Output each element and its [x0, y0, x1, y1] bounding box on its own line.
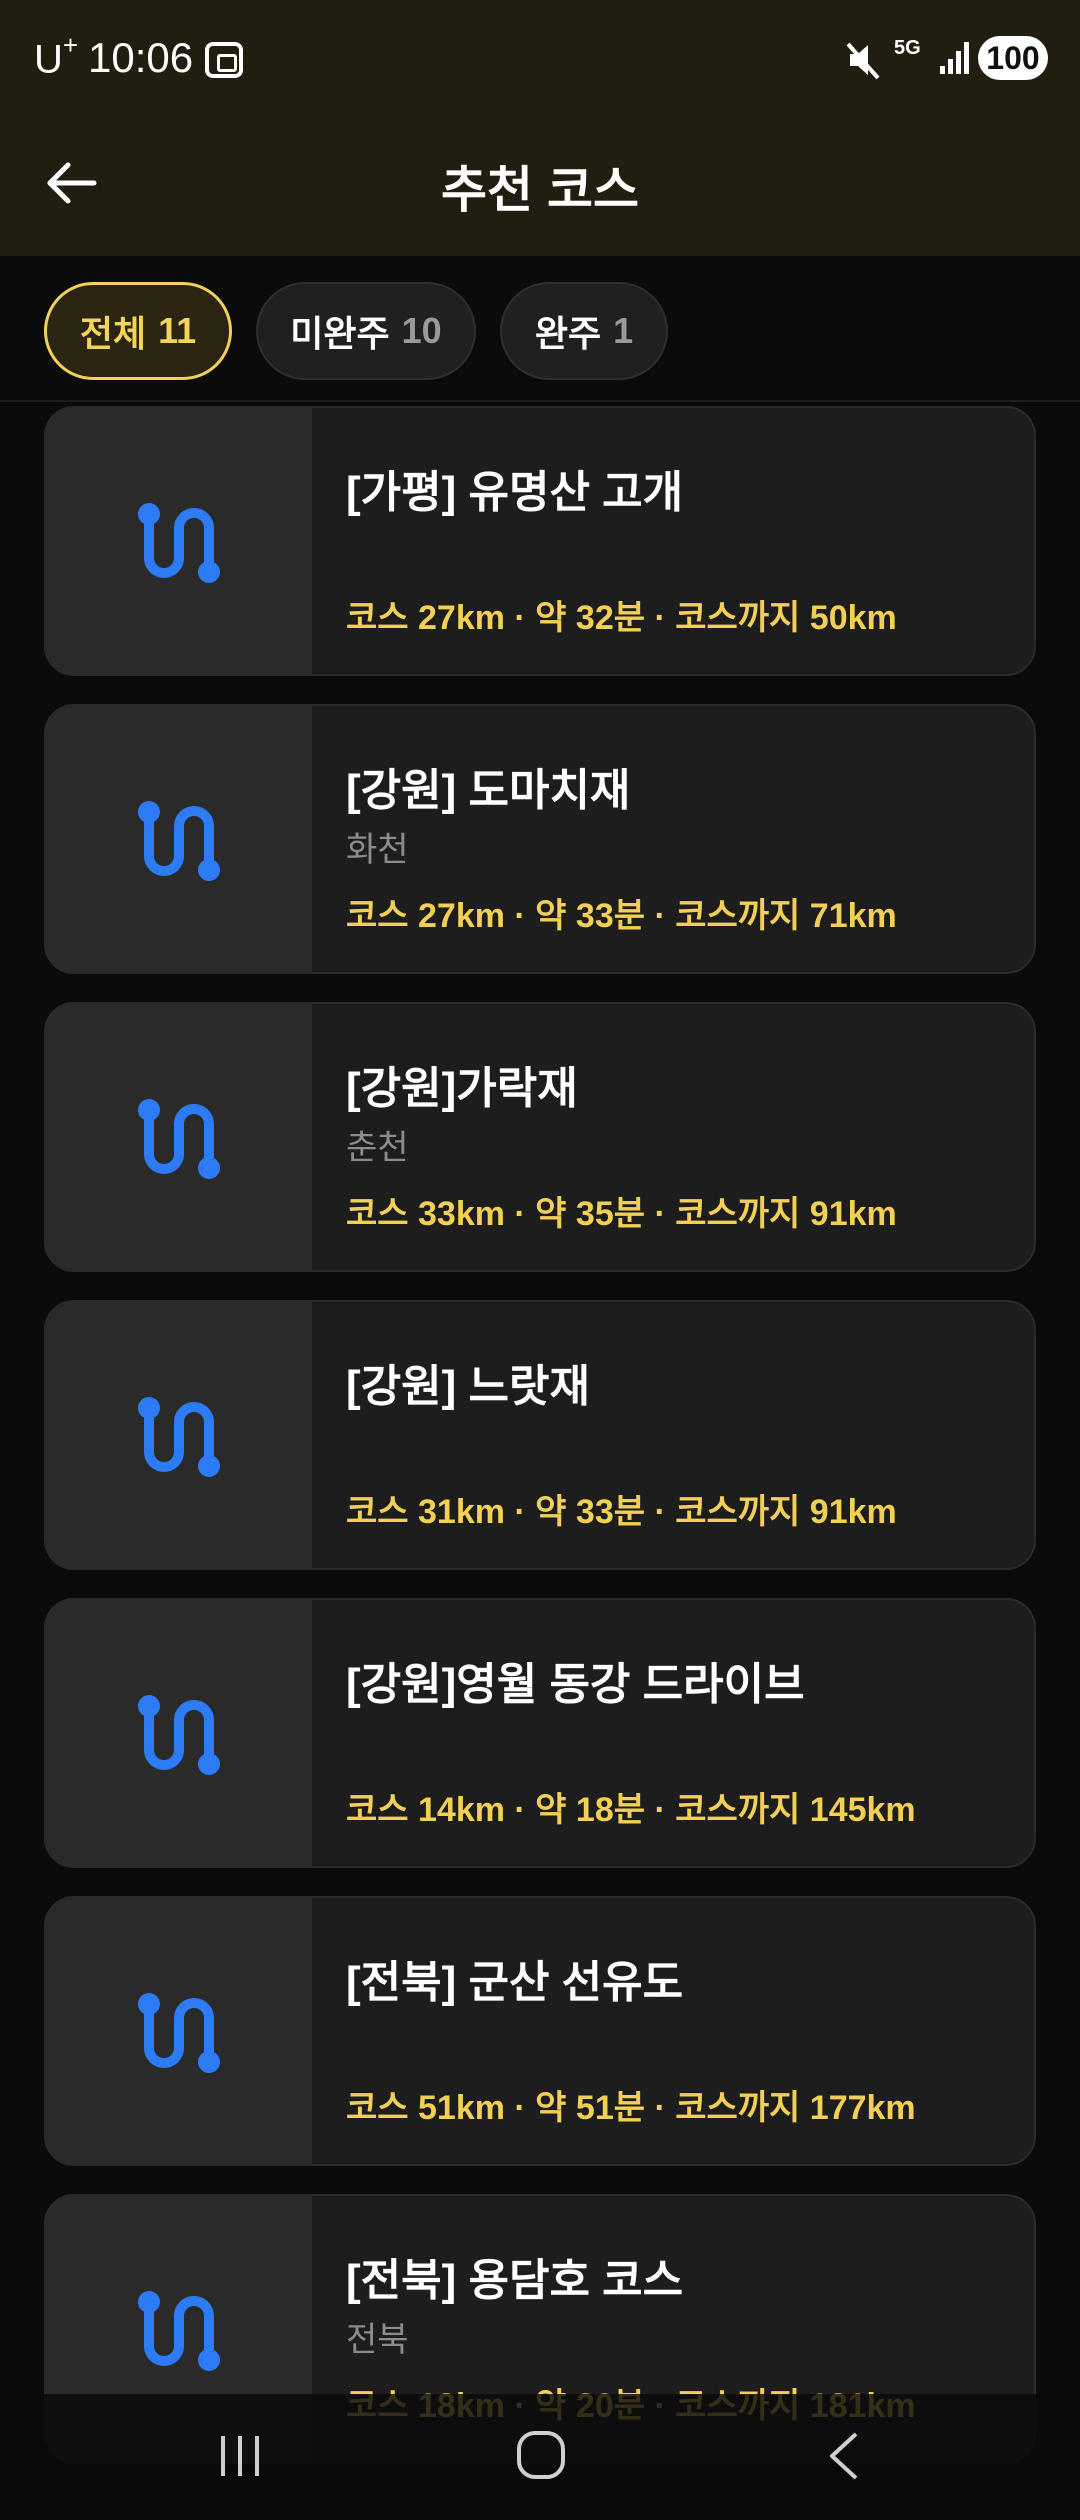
course-region: 전북 [346, 2321, 409, 2359]
tab-complete-count: 1 [613, 310, 634, 351]
route-icon [138, 1397, 220, 1477]
course-meta: 코스 27km · 약 32분 · 코스까지 50km [346, 599, 897, 637]
system-back-icon[interactable] [820, 2428, 870, 2484]
course-meta: 코스 51km · 약 51분 · 코스까지 177km [346, 2089, 916, 2127]
course-region: 화천 [346, 831, 409, 869]
tab-complete[interactable]: 완주 1 [500, 282, 668, 380]
course-list[interactable]: [가평] 유명산 고개 코스 27km · 약 32분 · 코스까지 50km … [44, 406, 1036, 2520]
course-name: [강원]가락재 [346, 1064, 578, 1113]
route-icon [138, 2291, 220, 2371]
recent-apps-icon[interactable] [215, 2430, 265, 2482]
battery-indicator: 100 [978, 36, 1048, 80]
tab-all-count: 11 [158, 310, 197, 351]
course-meta: 코스 33km · 약 35분 · 코스까지 91km [346, 1195, 897, 1233]
mute-icon [846, 42, 880, 80]
course-name: [가평] 유명산 고개 [346, 468, 684, 517]
carrier-label: U+ [34, 30, 78, 82]
status-time: 10:06 [88, 34, 194, 81]
tab-all-label: 전체 [79, 313, 147, 354]
course-meta: 코스 27km · 약 33분 · 코스까지 71km [346, 897, 897, 935]
page-title: 추천 코스 [441, 162, 639, 218]
route-icon [138, 503, 220, 583]
filter-tabs: 전체 11 미완주 10 완주 1 [0, 256, 1080, 402]
course-thumbnail [46, 1898, 312, 2164]
tab-complete-label: 완주 [534, 313, 602, 354]
screenshot-icon [205, 42, 243, 78]
course-card[interactable]: [강원]영월 동강 드라이브 코스 14km · 약 18분 · 코스까지 14… [44, 1598, 1036, 1868]
course-name: [전북] 군산 선유도 [346, 1958, 684, 2007]
route-icon [138, 1695, 220, 1775]
tab-incomplete-label: 미완주 [290, 313, 390, 354]
course-name: [강원] 느랏재 [346, 1362, 590, 1411]
top-app-bar: U+ 10:06 5G 100 추천 코스 [0, 0, 1080, 256]
carrier-text: U [34, 37, 63, 82]
status-bar: U+ 10:06 5G 100 [0, 0, 1080, 120]
course-card[interactable]: [강원]가락재 춘천 코스 33km · 약 35분 · 코스까지 91km [44, 1002, 1036, 1272]
network-type: 5G [894, 37, 921, 59]
tab-incomplete[interactable]: 미완주 10 [256, 282, 476, 380]
tab-incomplete-count: 10 [401, 310, 442, 351]
system-nav-bar [0, 2394, 1080, 2520]
course-thumbnail [46, 1302, 312, 1568]
route-icon [138, 1993, 220, 2073]
signal-icon [940, 42, 969, 74]
home-icon[interactable] [514, 2428, 568, 2482]
course-card[interactable]: [강원] 도마치재 화천 코스 27km · 약 33분 · 코스까지 71km [44, 704, 1036, 974]
course-thumbnail [46, 408, 312, 674]
course-card[interactable]: [강원] 느랏재 코스 31km · 약 33분 · 코스까지 91km [44, 1300, 1036, 1570]
carrier-plus: + [62, 30, 79, 60]
course-thumbnail [46, 1004, 312, 1270]
tab-all[interactable]: 전체 11 [44, 282, 232, 380]
course-name: [강원] 도마치재 [346, 766, 631, 815]
course-meta: 코스 31km · 약 33분 · 코스까지 91km [346, 1493, 897, 1531]
course-meta: 코스 14km · 약 18분 · 코스까지 145km [346, 1791, 916, 1829]
course-region: 춘천 [346, 1129, 409, 1167]
route-icon [138, 1099, 220, 1179]
course-name: [강원]영월 동강 드라이브 [346, 1660, 805, 1709]
course-card[interactable]: [가평] 유명산 고개 코스 27km · 약 32분 · 코스까지 50km [44, 406, 1036, 676]
course-thumbnail [46, 1600, 312, 1866]
course-card[interactable]: [전북] 군산 선유도 코스 51km · 약 51분 · 코스까지 177km [44, 1896, 1036, 2166]
course-thumbnail [46, 706, 312, 972]
course-name: [전북] 용담호 코스 [346, 2256, 684, 2305]
route-icon [138, 801, 220, 881]
